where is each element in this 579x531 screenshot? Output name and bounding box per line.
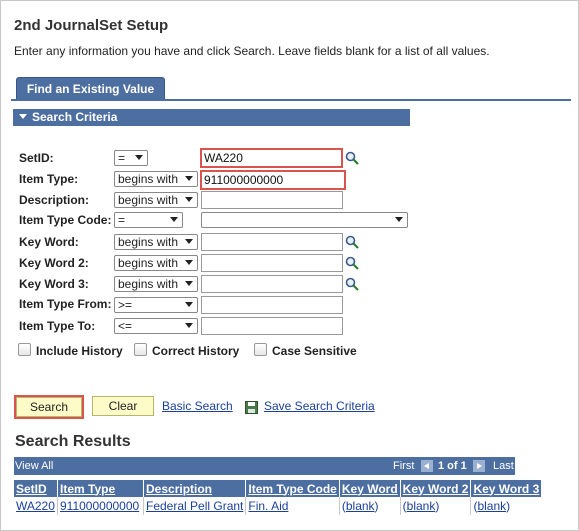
- item-type-input[interactable]: 911000000000: [200, 170, 346, 190]
- results-navigation-bar: View All First 1 of 1 Last: [14, 457, 515, 475]
- chevron-down-icon: [185, 302, 193, 307]
- key-word-2-label: Key Word 2:: [19, 256, 89, 270]
- table-row[interactable]: WA220 911000000000 Federal Pell Grant Fi…: [14, 497, 541, 515]
- checkbox-box[interactable]: [18, 343, 31, 356]
- key-word-lookup-icon[interactable]: [345, 235, 359, 249]
- checkbox-box[interactable]: [134, 343, 147, 356]
- col-item-type[interactable]: Item Type: [57, 480, 144, 497]
- key-word-operator-select[interactable]: begins with: [114, 234, 198, 250]
- key-word-input[interactable]: [201, 233, 343, 251]
- key-word-2-input[interactable]: [201, 254, 343, 272]
- search-button[interactable]: Search: [16, 397, 82, 417]
- item-type-to-input[interactable]: [201, 317, 343, 335]
- key-word-2-operator-select[interactable]: begins with: [114, 255, 198, 271]
- chevron-down-icon: [185, 260, 193, 265]
- setid-label: SetID:: [19, 151, 54, 165]
- col-key-word[interactable]: Key Word: [339, 480, 401, 497]
- col-description[interactable]: Description: [143, 480, 247, 497]
- key-word-3-lookup-icon[interactable]: [345, 277, 359, 291]
- search-criteria-label: Search Criteria: [32, 110, 118, 124]
- item-type-to-label: Item Type To:: [19, 319, 96, 333]
- item-type-code-label: Item Type Code:: [19, 213, 112, 227]
- key-word-2-lookup-icon[interactable]: [345, 256, 359, 270]
- tab-underline: [11, 99, 571, 101]
- description-operator-select[interactable]: begins with: [114, 192, 198, 208]
- col-setid[interactable]: SetID: [14, 480, 58, 497]
- next-page-button[interactable]: [473, 460, 485, 472]
- correct-history-checkbox[interactable]: Correct History: [134, 343, 239, 358]
- chevron-down-icon: [395, 217, 403, 222]
- item-type-from-input[interactable]: [201, 296, 343, 314]
- results-header-row: SetID Item Type Description Item Type Co…: [14, 480, 542, 497]
- description-label: Description:: [19, 193, 90, 207]
- clear-button[interactable]: Clear: [92, 396, 154, 416]
- item-type-code-operator-select[interactable]: =: [114, 212, 183, 228]
- include-history-checkbox[interactable]: Include History: [18, 343, 123, 358]
- case-sensitive-checkbox[interactable]: Case Sensitive: [254, 343, 357, 358]
- item-type-operator-select[interactable]: begins with: [114, 171, 198, 187]
- basic-search-link[interactable]: Basic Search: [162, 399, 233, 413]
- key-word-3-operator-select[interactable]: begins with: [114, 276, 198, 292]
- key-word-3-input[interactable]: [201, 275, 343, 293]
- cell-description[interactable]: Federal Pell Grant: [143, 497, 247, 515]
- instructions-text: Enter any information you have and click…: [14, 44, 490, 58]
- key-word-3-label: Key Word 3:: [19, 277, 89, 291]
- save-search-criteria-link[interactable]: Save Search Criteria: [264, 399, 375, 413]
- cell-key-word[interactable]: (blank): [339, 497, 401, 515]
- checkbox-box[interactable]: [254, 343, 267, 356]
- chevron-down-icon: [185, 281, 193, 286]
- previous-page-button[interactable]: [421, 460, 433, 472]
- page-title: 2nd JournalSet Setup: [14, 17, 169, 34]
- cell-key-word-3[interactable]: (blank): [471, 497, 541, 515]
- item-type-code-value-select[interactable]: [201, 212, 408, 228]
- include-history-label: Include History: [36, 344, 123, 358]
- chevron-down-icon: [185, 239, 193, 244]
- item-type-to-operator-select[interactable]: <=: [114, 318, 198, 334]
- tab-find-existing-value[interactable]: Find an Existing Value: [16, 77, 165, 100]
- search-results-title: Search Results: [15, 433, 131, 450]
- search-button-highlight: Search: [14, 395, 84, 419]
- description-input[interactable]: [201, 191, 343, 209]
- col-key-word-3[interactable]: Key Word 3: [470, 480, 542, 497]
- first-link[interactable]: First: [393, 457, 414, 475]
- view-all-link[interactable]: View All: [15, 457, 53, 475]
- setid-lookup-icon[interactable]: [345, 151, 359, 165]
- cell-item-type[interactable]: 911000000000: [57, 497, 144, 515]
- setid-input[interactable]: WA220: [200, 148, 343, 168]
- item-type-label: Item Type:: [19, 172, 79, 186]
- setid-operator-select[interactable]: =: [114, 150, 148, 166]
- chevron-down-icon: [170, 217, 178, 222]
- collapse-triangle-icon: [19, 114, 27, 119]
- chevron-down-icon: [185, 323, 193, 328]
- col-item-type-code[interactable]: Item Type Code: [245, 480, 340, 497]
- search-criteria-header[interactable]: Search Criteria: [13, 109, 410, 126]
- chevron-down-icon: [135, 155, 143, 160]
- search-results-table: SetID Item Type Description Item Type Co…: [14, 480, 542, 515]
- chevron-down-icon: [185, 176, 193, 181]
- item-type-from-operator-select[interactable]: >=: [114, 297, 198, 313]
- correct-history-label: Correct History: [152, 344, 240, 358]
- key-word-label: Key Word:: [19, 235, 79, 249]
- results-range: 1 of 1: [438, 460, 467, 472]
- save-icon[interactable]: [245, 401, 258, 414]
- item-type-from-label: Item Type From:: [19, 297, 112, 311]
- case-sensitive-label: Case Sensitive: [272, 344, 357, 358]
- last-link[interactable]: Last: [493, 457, 514, 475]
- cell-key-word-2[interactable]: (blank): [400, 497, 472, 515]
- cell-setid[interactable]: WA220: [14, 497, 58, 515]
- cell-item-type-code[interactable]: Fin. Aid: [245, 497, 340, 515]
- col-key-word-2[interactable]: Key Word 2: [400, 480, 472, 497]
- chevron-down-icon: [185, 197, 193, 202]
